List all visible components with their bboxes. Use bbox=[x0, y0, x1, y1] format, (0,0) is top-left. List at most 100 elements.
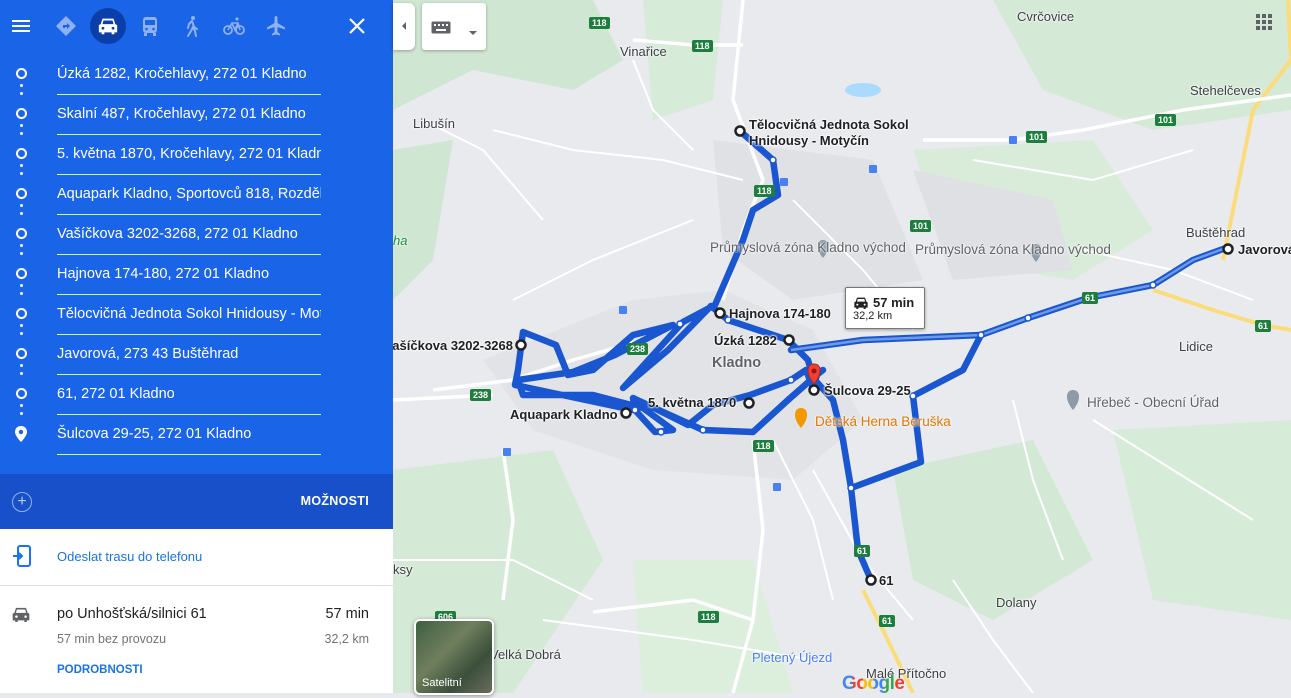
apps-grid-icon[interactable] bbox=[1256, 14, 1272, 35]
road-shield: 101 bbox=[910, 220, 932, 232]
route-dots bbox=[20, 252, 23, 255]
route-option[interactable]: po Unhošťská/silnici 61 57 min 57 min be… bbox=[0, 586, 393, 693]
waypoint-marker[interactable] bbox=[16, 268, 27, 279]
close-icon[interactable] bbox=[339, 8, 375, 44]
route-dots bbox=[20, 332, 23, 335]
route-dots bbox=[20, 92, 23, 95]
place-libusin: Libušín bbox=[413, 116, 455, 131]
stop-label-aquapark: Aquapark Kladno bbox=[510, 407, 618, 422]
route-dots bbox=[20, 164, 23, 167]
waypoint-input-2[interactable]: Skalní 487, Kročehlavy, 272 01 Kladno bbox=[57, 94, 321, 135]
add-destination-icon[interactable]: + bbox=[12, 492, 32, 512]
route-dots bbox=[20, 404, 23, 407]
poi-prumyslova-zona-1[interactable]: Průmyslová zóna Kladno východ bbox=[710, 240, 906, 256]
info-box-time: 57 min bbox=[873, 295, 915, 310]
road-shield: 61 bbox=[1255, 320, 1272, 332]
options-button[interactable]: MOŽNOSTI bbox=[301, 494, 369, 508]
stop-label-sulcova: Šulcova 29-25 bbox=[824, 383, 911, 398]
route-title: po Unhošťská/silnici 61 bbox=[57, 606, 207, 622]
collapse-panel-button[interactable] bbox=[393, 3, 415, 50]
road-shield: 118 bbox=[754, 185, 775, 197]
place-kladno: Kladno bbox=[712, 355, 762, 371]
route-info-box[interactable]: 57 min 32,2 km bbox=[845, 287, 925, 329]
route-dots bbox=[20, 124, 23, 127]
menu-icon[interactable] bbox=[3, 8, 39, 44]
satellite-layer-button[interactable]: Satelitní bbox=[414, 619, 494, 695]
waypoint-input-5[interactable]: Vašíčkova 3202-3268, 272 01 Kladno bbox=[57, 214, 321, 255]
place-vinarice: Vinařice bbox=[620, 44, 667, 59]
directions-panel: Úzká 1282, Kročehlavy, 272 01 Kladno Ska… bbox=[0, 0, 393, 693]
route-subtitle: 57 min bez provozu bbox=[57, 632, 167, 646]
flight-icon[interactable] bbox=[258, 8, 294, 44]
send-to-phone-row[interactable]: Odeslat trasu do telefonu bbox=[0, 529, 393, 586]
travel-mode-bar bbox=[0, 0, 393, 52]
route-dots bbox=[20, 412, 23, 415]
send-to-phone-icon bbox=[12, 545, 32, 572]
waypoint-input-3[interactable]: 5. května 1870, Kročehlavy, 272 01 Kladn… bbox=[57, 134, 321, 175]
map-base bbox=[392, 0, 1291, 694]
waypoint-input-8[interactable]: Javorová, 273 43 Buštěhrad bbox=[57, 334, 321, 375]
route-dots bbox=[20, 324, 23, 327]
dropdown-arrow-icon[interactable] bbox=[468, 23, 478, 41]
poi-hrebec-obecni-urad[interactable]: Hřebeč - Obecní Úřad bbox=[1087, 395, 1219, 411]
route-dots bbox=[20, 84, 23, 87]
waypoint-marker[interactable] bbox=[16, 348, 27, 359]
waypoint-marker[interactable] bbox=[16, 148, 27, 159]
route-time: 57 min bbox=[325, 606, 369, 622]
route-details-button[interactable]: PODROBNOSTI bbox=[57, 664, 143, 676]
place-cvrcovice: Cvrčovice bbox=[1017, 9, 1075, 24]
place-velka-dobra: Velká Dobrá bbox=[490, 647, 561, 662]
poi-prumyslova-zona-2[interactable]: Průmyslová zóna Kladno východ bbox=[915, 242, 1111, 258]
stop-label-5kvetna: 5. května 1870 bbox=[648, 395, 737, 410]
route-dots bbox=[20, 372, 23, 375]
stop-label-vasickova: Vašíčkova 3202-3268 bbox=[384, 338, 513, 353]
car-icon bbox=[11, 606, 31, 628]
directions-best-icon[interactable] bbox=[48, 8, 84, 44]
waypoint-marker[interactable] bbox=[16, 68, 27, 79]
place-dolany: Dolany bbox=[996, 595, 1037, 610]
road-shield: 118 bbox=[692, 40, 713, 52]
place-bustehrad: Buštěhrad bbox=[1186, 225, 1246, 240]
route-distance: 32,2 km bbox=[324, 632, 369, 646]
place-green-fragment: ha bbox=[393, 233, 408, 248]
waypoint-input-1[interactable]: Úzká 1282, Kročehlavy, 272 01 Kladno bbox=[57, 54, 321, 95]
waypoint-marker[interactable] bbox=[16, 308, 27, 319]
car-icon[interactable] bbox=[90, 8, 126, 44]
route-dots bbox=[20, 204, 23, 207]
route-dots bbox=[20, 292, 23, 295]
satellite-label: Satelitní bbox=[422, 677, 462, 689]
send-to-phone-link[interactable]: Odeslat trasu do telefonu bbox=[57, 549, 202, 564]
stop-label-hajnova: Hajnova 174-180 bbox=[729, 306, 831, 321]
waypoint-input-7[interactable]: Tělocvičná Jednota Sokol Hnidousy - Moty… bbox=[57, 294, 321, 335]
map-canvas[interactable] bbox=[392, 0, 1291, 694]
road-shield: 238 bbox=[470, 389, 492, 401]
transit-icon[interactable] bbox=[132, 8, 168, 44]
route-dots bbox=[20, 172, 23, 175]
route-dots bbox=[20, 132, 23, 135]
input-tools-button[interactable] bbox=[422, 3, 486, 50]
waypoint-marker[interactable] bbox=[16, 108, 27, 119]
road-shield: 101 bbox=[1155, 114, 1177, 126]
road-shield: 118 bbox=[698, 611, 719, 623]
route-dots bbox=[20, 364, 23, 367]
walk-icon[interactable] bbox=[174, 8, 210, 44]
stop-label-sokol: Tělocvičná Jednota Sokol Hnidousy - Moty… bbox=[749, 117, 909, 148]
waypoint-marker[interactable] bbox=[16, 388, 27, 399]
place-ksy: ksy bbox=[393, 562, 413, 577]
waypoint-marker[interactable] bbox=[16, 188, 27, 199]
poi-detska-herna[interactable]: Dětská Herna Beruška bbox=[815, 414, 951, 430]
waypoint-marker[interactable] bbox=[16, 228, 27, 239]
waypoint-input-9[interactable]: 61, 272 01 Kladno bbox=[57, 374, 321, 415]
road-shield: 118 bbox=[589, 17, 610, 29]
road-shield: 238 bbox=[627, 343, 649, 355]
info-box-distance: 32,2 km bbox=[853, 310, 893, 322]
waypoint-input-6[interactable]: Hajnova 174-180, 272 01 Kladno bbox=[57, 254, 321, 295]
stop-label-61: 61 bbox=[879, 573, 894, 588]
destination-pin-icon[interactable] bbox=[15, 426, 27, 447]
directions-header: Úzká 1282, Kročehlavy, 272 01 Kladno Ska… bbox=[0, 0, 393, 474]
waypoint-input-4[interactable]: Aquapark Kladno, Sportovců 818, Rozdělov bbox=[57, 174, 321, 215]
place-stehelceves: Stehelčeves bbox=[1190, 83, 1261, 98]
road-shield: 118 bbox=[753, 440, 774, 452]
destination-input[interactable]: Šulcova 29-25, 272 01 Kladno bbox=[57, 414, 321, 455]
bike-icon[interactable] bbox=[216, 8, 252, 44]
